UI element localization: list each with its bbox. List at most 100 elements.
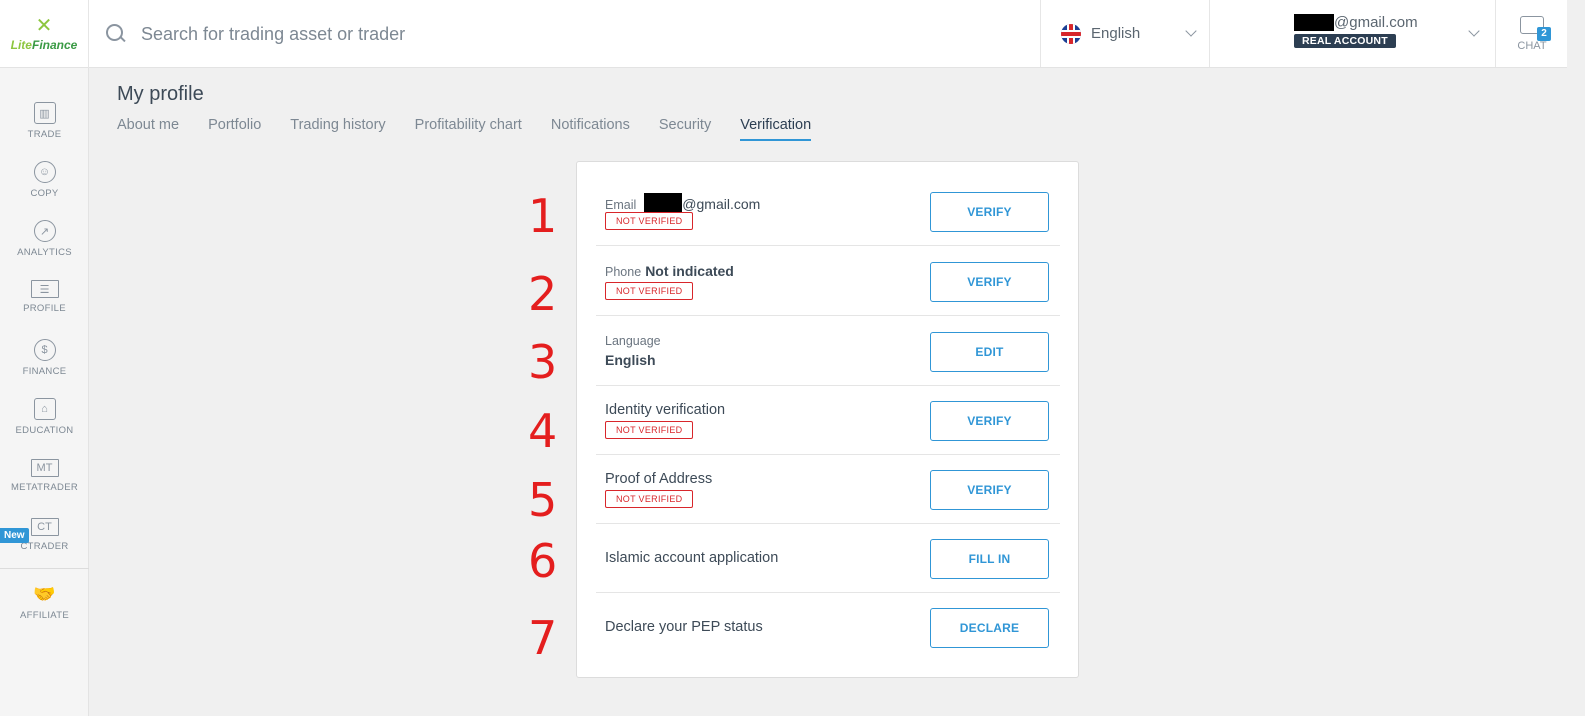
edit-language-button[interactable]: EDIT bbox=[930, 332, 1049, 372]
page-title: My profile bbox=[117, 83, 204, 105]
search-icon[interactable] bbox=[105, 23, 127, 45]
verify-phone-button[interactable]: VERIFY bbox=[930, 262, 1049, 302]
tab-verification[interactable]: Verification bbox=[740, 117, 812, 141]
account-selector[interactable]: @gmail.com REAL ACCOUNT bbox=[1210, 0, 1496, 67]
verification-card: Email @gmail.com NOT VERIFIED VERIFY Pho… bbox=[576, 161, 1079, 678]
redacted-block bbox=[1294, 14, 1334, 31]
sidebar-item-copy[interactable]: ☺ COPY bbox=[0, 161, 89, 217]
account-email: @gmail.com bbox=[1294, 14, 1418, 31]
sidebar-item-label: METATRADER bbox=[10, 482, 79, 493]
chat-label: CHAT bbox=[1517, 39, 1547, 52]
chat-button[interactable]: 2 CHAT bbox=[1497, 0, 1567, 67]
annotation-number: 2 bbox=[528, 267, 558, 321]
graduation-cap-icon: ⌂ bbox=[33, 398, 56, 420]
user-icon: ☺ bbox=[33, 161, 56, 183]
address-label: Proof of Address bbox=[605, 471, 713, 487]
verification-row-islamic: Islamic account application FILL IN bbox=[596, 524, 1060, 593]
declare-pep-button[interactable]: DECLARE bbox=[930, 608, 1049, 648]
verify-email-button[interactable]: VERIFY bbox=[930, 192, 1049, 232]
ctrader-icon: CT bbox=[30, 518, 59, 536]
handshake-icon: 🤝 bbox=[33, 583, 56, 604]
verification-row-email: Email @gmail.com NOT VERIFIED VERIFY bbox=[596, 177, 1060, 246]
sidebar: ▥ TRADE ☺ COPY ↗ ANALYTICS ☰ PROFILE $ F… bbox=[0, 68, 89, 716]
email-label: Email bbox=[605, 198, 637, 212]
tab-portfolio[interactable]: Portfolio bbox=[208, 117, 261, 141]
annotation-number: 7 bbox=[528, 611, 558, 665]
sidebar-item-label: COPY bbox=[30, 188, 59, 199]
logo[interactable]: ✕ LiteFinance bbox=[0, 0, 89, 68]
phone-label: Phone bbox=[605, 265, 642, 279]
chart-icon: ▥ bbox=[33, 102, 56, 124]
language-label: Language bbox=[605, 334, 661, 348]
sidebar-item-profile[interactable]: ☰ PROFILE bbox=[0, 280, 89, 336]
tab-security[interactable]: Security bbox=[659, 117, 711, 141]
phone-line: Phone Not indicated bbox=[605, 263, 734, 280]
islamic-label: Islamic account application bbox=[605, 550, 779, 566]
email-line: Email @gmail.com bbox=[605, 193, 760, 213]
id-card-icon: ☰ bbox=[30, 280, 59, 298]
annotation-number: 1 bbox=[528, 189, 558, 243]
sidebar-item-label: EDUCATION bbox=[15, 425, 74, 436]
uk-flag-icon bbox=[1061, 23, 1081, 44]
redacted-block bbox=[644, 193, 683, 213]
tab-notifications[interactable]: Notifications bbox=[551, 117, 630, 141]
chat-count-badge: 2 bbox=[1537, 26, 1551, 41]
verification-row-pep: Declare your PEP status DECLARE bbox=[596, 593, 1060, 662]
account-email-domain: @gmail.com bbox=[1334, 14, 1418, 31]
language-value-line: English bbox=[605, 352, 656, 369]
status-badge: NOT VERIFIED bbox=[605, 212, 694, 230]
profile-tabs: About me Portfolio Trading history Profi… bbox=[117, 117, 840, 141]
sidebar-item-metatrader[interactable]: MT METATRADER bbox=[0, 459, 89, 515]
verification-row-address: Proof of Address NOT VERIFIED VERIFY bbox=[596, 455, 1060, 524]
sidebar-divider bbox=[0, 568, 89, 569]
verification-row-identity: Identity verification NOT VERIFIED VERIF… bbox=[596, 386, 1060, 455]
sidebar-item-label: AFFILIATE bbox=[20, 610, 69, 621]
sidebar-item-trade[interactable]: ▥ TRADE bbox=[0, 102, 89, 158]
status-badge: NOT VERIFIED bbox=[605, 421, 694, 439]
verification-row-phone: Phone Not indicated NOT VERIFIED VERIFY bbox=[596, 247, 1060, 316]
language-selector[interactable]: English bbox=[1040, 0, 1210, 67]
sidebar-item-ctrader[interactable]: CT CTRADER bbox=[0, 518, 89, 574]
logo-mark-icon: ✕ bbox=[35, 15, 53, 37]
pep-label: Declare your PEP status bbox=[605, 619, 763, 635]
sidebar-item-analytics[interactable]: ↗ ANALYTICS bbox=[0, 220, 89, 276]
email-value: @gmail.com bbox=[682, 196, 761, 212]
annotation-number: 6 bbox=[528, 534, 558, 588]
language-value: English bbox=[605, 352, 656, 368]
sidebar-item-education[interactable]: ⌂ EDUCATION bbox=[0, 398, 89, 454]
tab-about-me[interactable]: About me bbox=[117, 117, 179, 141]
chevron-down-icon bbox=[1185, 25, 1197, 37]
annotation-number: 4 bbox=[528, 404, 558, 458]
search-bar bbox=[105, 16, 1005, 52]
annotation-number: 3 bbox=[528, 335, 558, 389]
language-label: English bbox=[1091, 25, 1141, 42]
verify-identity-button[interactable]: VERIFY bbox=[930, 401, 1049, 441]
sidebar-item-label: FINANCE bbox=[22, 366, 67, 377]
logo-text: LiteFinance bbox=[10, 38, 78, 52]
sidebar-item-affiliate[interactable]: 🤝 AFFILIATE bbox=[0, 583, 89, 639]
identity-label: Identity verification bbox=[605, 402, 726, 418]
tab-trading-history[interactable]: Trading history bbox=[290, 117, 385, 141]
status-badge: NOT VERIFIED bbox=[605, 490, 694, 508]
fill-in-islamic-button[interactable]: FILL IN bbox=[930, 539, 1049, 579]
tab-profitability-chart[interactable]: Profitability chart bbox=[415, 117, 522, 141]
scrollbar-track bbox=[1567, 0, 1585, 716]
language-label-line: Language bbox=[605, 333, 661, 349]
annotation-number: 5 bbox=[528, 473, 558, 527]
sidebar-item-label: PROFILE bbox=[23, 303, 66, 314]
dollar-icon: $ bbox=[33, 339, 56, 361]
sidebar-item-label: TRADE bbox=[27, 129, 62, 140]
sidebar-item-finance[interactable]: $ FINANCE bbox=[0, 339, 89, 395]
real-account-badge: REAL ACCOUNT bbox=[1294, 34, 1396, 48]
search-input[interactable] bbox=[141, 23, 941, 45]
status-badge: NOT VERIFIED bbox=[605, 282, 694, 300]
verification-row-language: Language English EDIT bbox=[596, 317, 1060, 386]
top-bar: ✕ LiteFinance English @gmail.com REAL AC… bbox=[0, 0, 1585, 68]
sidebar-item-label: ANALYTICS bbox=[17, 247, 72, 258]
chevron-down-icon bbox=[1468, 25, 1480, 37]
phone-value: Not indicated bbox=[645, 263, 734, 279]
verify-address-button[interactable]: VERIFY bbox=[930, 470, 1049, 510]
analytics-icon: ↗ bbox=[33, 220, 56, 242]
chat-icon: 2 bbox=[1520, 15, 1551, 41]
metatrader-icon: MT bbox=[30, 459, 59, 477]
